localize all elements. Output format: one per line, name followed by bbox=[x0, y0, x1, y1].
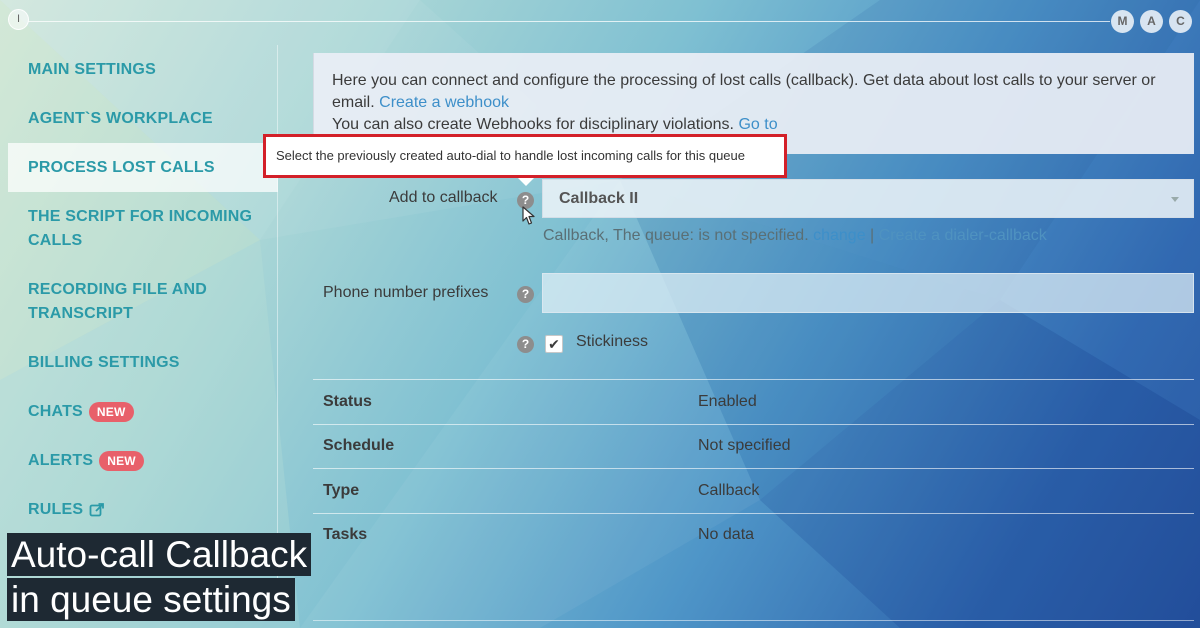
row-value: Callback bbox=[698, 481, 760, 499]
row-key: Type bbox=[323, 481, 360, 499]
user-badge-a[interactable]: A bbox=[1140, 10, 1163, 33]
stickiness-label: Stickiness bbox=[576, 333, 649, 350]
row-value: No data bbox=[698, 525, 755, 543]
table-row: Type Callback bbox=[313, 468, 1194, 513]
details-table: Status Enabled Schedule Not specified Ty… bbox=[313, 379, 1194, 557]
row-value: Not specified bbox=[698, 437, 791, 455]
top-divider bbox=[28, 21, 1110, 22]
sidebar-item-label: THE SCRIPT FOR INCOMING CALLS bbox=[28, 207, 253, 249]
chevron-down-icon bbox=[1171, 197, 1179, 202]
go-to-link[interactable]: Go to bbox=[738, 116, 777, 133]
add-to-callback-label: Add to callback bbox=[389, 189, 498, 206]
help-icon[interactable]: ? bbox=[517, 336, 534, 353]
caption-line-1: Auto-call Callback bbox=[7, 533, 312, 576]
table-row: Status Enabled bbox=[313, 379, 1194, 424]
row-key: Tasks bbox=[323, 525, 368, 543]
sidebar-divider bbox=[277, 45, 278, 615]
callback-hint-text: Callback, The queue: is not specified. bbox=[543, 227, 809, 244]
sidebar-item-chats[interactable]: CHATS NEW bbox=[8, 387, 278, 436]
row-key: Status bbox=[323, 392, 372, 410]
sidebar-item-label: RULES bbox=[28, 500, 84, 518]
sidebar-item-label: PROCESS LOST CALLS bbox=[28, 158, 215, 176]
external-link-icon bbox=[89, 502, 105, 516]
user-badge-c[interactable]: C bbox=[1169, 10, 1192, 33]
table-row: Tasks No data bbox=[313, 512, 1194, 558]
row-value: Enabled bbox=[698, 392, 757, 410]
sidebar-item-label: AGENT`S WORKPLACE bbox=[28, 109, 213, 127]
mouse-cursor-icon bbox=[522, 206, 535, 225]
user-badge-m[interactable]: M bbox=[1111, 10, 1134, 33]
callback-select-value: Callback II bbox=[559, 190, 639, 207]
bottom-divider bbox=[313, 620, 1194, 621]
sidebar-item-rules[interactable]: RULES bbox=[8, 485, 278, 534]
caption-overlay: Auto-call Callback in queue settings bbox=[7, 533, 312, 623]
phone-prefixes-label: Phone number prefixes bbox=[323, 284, 489, 301]
tooltip-text: Select the previously created auto-dial … bbox=[276, 148, 745, 163]
callback-hint: Callback, The queue: is not specified. c… bbox=[543, 227, 1047, 245]
stickiness-checkbox[interactable]: ✔ bbox=[545, 335, 563, 353]
sidebar-item-script-incoming-calls[interactable]: THE SCRIPT FOR INCOMING CALLS bbox=[8, 192, 278, 265]
change-link[interactable]: change bbox=[813, 227, 866, 244]
sidebar-item-label: BILLING SETTINGS bbox=[28, 353, 180, 371]
sidebar-item-label: ALERTS bbox=[28, 451, 94, 469]
tooltip-arrow bbox=[518, 178, 534, 186]
sidebar-item-label: RECORDING FILE AND TRANSCRIPT bbox=[28, 280, 208, 322]
callback-select[interactable]: Callback II bbox=[542, 179, 1194, 218]
help-icon[interactable]: ? bbox=[517, 286, 534, 303]
create-webhook-link[interactable]: Create a webhook bbox=[379, 94, 509, 111]
sidebar-item-alerts[interactable]: ALERTS NEW bbox=[8, 436, 278, 485]
table-row: Schedule Not specified bbox=[313, 423, 1194, 469]
new-badge: NEW bbox=[99, 450, 144, 471]
window-menu-badge[interactable]: I bbox=[8, 9, 29, 30]
row-key: Schedule bbox=[323, 437, 395, 455]
sidebar-item-recording-transcript[interactable]: RECORDING FILE AND TRANSCRIPT bbox=[8, 265, 278, 338]
sidebar-item-label: CHATS bbox=[28, 402, 83, 420]
callback-tooltip: Select the previously created auto-dial … bbox=[263, 134, 787, 178]
info-text-2: You can also create Webhooks for discipl… bbox=[332, 116, 734, 133]
new-badge: NEW bbox=[88, 401, 134, 422]
window-badges: M A C bbox=[1111, 10, 1192, 33]
sidebar-item-billing-settings[interactable]: BILLING SETTINGS bbox=[8, 338, 278, 387]
hint-separator: | bbox=[870, 227, 875, 244]
sidebar: MAIN SETTINGS AGENT`S WORKPLACE PROCESS … bbox=[8, 45, 278, 534]
caption-line-2: in queue settings bbox=[7, 578, 295, 621]
phone-prefixes-input[interactable] bbox=[542, 273, 1194, 313]
sidebar-item-process-lost-calls[interactable]: PROCESS LOST CALLS bbox=[8, 143, 278, 192]
create-dialer-callback-link[interactable]: Create a dialer-callback bbox=[879, 227, 1047, 244]
sidebar-item-main-settings[interactable]: MAIN SETTINGS bbox=[8, 45, 278, 94]
sidebar-item-label: MAIN SETTINGS bbox=[28, 60, 156, 78]
sidebar-item-agents-workplace[interactable]: AGENT`S WORKPLACE bbox=[8, 94, 278, 143]
